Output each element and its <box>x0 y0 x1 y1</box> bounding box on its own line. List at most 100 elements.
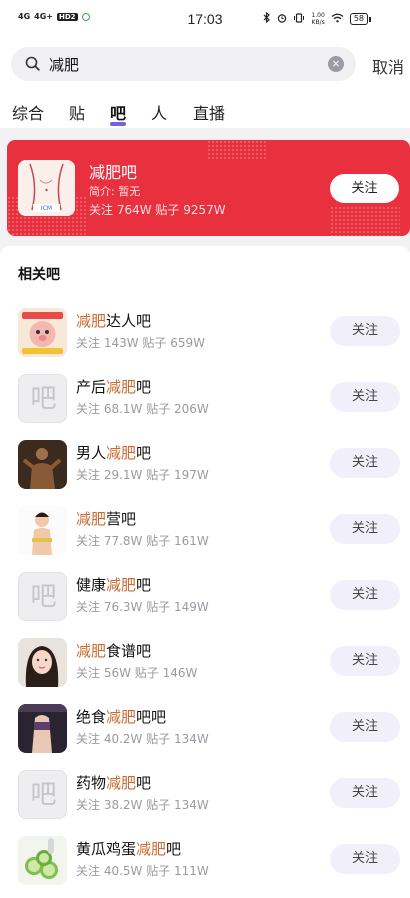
status-bar: 4G 4G+ HD2 17:03 1.00 KB/s 58 <box>0 0 410 40</box>
forum-avatar-placeholder: 吧 <box>18 374 67 423</box>
forum-stats: 关注 76.3W 贴子 149W <box>76 600 209 614</box>
forum-name: 药物减肥吧 <box>76 772 151 793</box>
list-item[interactable]: 吧 健康减肥吧 关注 76.3W 贴子 149W 关注 <box>0 564 410 630</box>
name-highlight: 减肥 <box>106 774 137 792</box>
search-header: 减肥 × 取消 综合 贴 吧 人 直播 <box>0 40 410 128</box>
tab-posts[interactable]: 贴 <box>69 100 85 124</box>
forum-name: 绝食减肥吧吧 <box>76 706 166 727</box>
name-suffix: 吧 <box>166 840 182 858</box>
forum-stats: 关注 29.1W 贴子 197W <box>76 468 209 482</box>
list-item[interactable]: 减肥营吧 关注 77.8W 贴子 161W 关注 <box>0 498 410 564</box>
follow-button[interactable]: 关注 <box>330 316 400 346</box>
name-suffix: 吧 <box>136 378 152 396</box>
forum-avatar: ICM <box>18 160 75 216</box>
forum-name: 男人减肥吧 <box>76 442 151 463</box>
name-prefix: 绝食 <box>76 708 107 726</box>
forum-name: 减肥达人吧 <box>76 310 151 331</box>
name-suffix: 吧吧 <box>136 708 167 726</box>
name-highlight: 减肥 <box>76 510 107 528</box>
cartoon-pig-icon <box>18 308 67 357</box>
tab-people[interactable]: 人 <box>151 100 167 124</box>
forum-stats: 关注 68.1W 贴子 206W <box>76 402 209 416</box>
decor-dots <box>207 140 267 160</box>
forum-stats: 关注 40.5W 贴子 111W <box>76 864 209 878</box>
tab-forums[interactable]: 吧 <box>110 100 126 124</box>
search-query: 减肥 <box>49 56 80 74</box>
search-icon <box>25 56 40 71</box>
name-suffix: 吧 <box>136 444 152 462</box>
forum-stats: 关注 56W 贴子 146W <box>76 666 198 680</box>
name-suffix: 吧 <box>136 576 152 594</box>
list-item[interactable]: 吧 产后减肥吧 关注 68.1W 贴子 206W 关注 <box>0 366 410 432</box>
follow-button[interactable]: 关注 <box>330 580 400 610</box>
forum-avatar <box>18 506 67 555</box>
forum-stats: 关注 143W 贴子 659W <box>76 336 205 350</box>
follow-button[interactable]: 关注 <box>330 646 400 676</box>
related-forums-panel: 相关吧 减肥达人吧 关注 143W 贴子 659W 关注 吧 产后减肥吧 关注 … <box>0 246 410 898</box>
name-prefix: 健康 <box>76 576 107 594</box>
forum-stats: 关注 764W 贴子 9257W <box>89 203 226 217</box>
name-prefix: 药物 <box>76 774 107 792</box>
forum-avatar <box>18 638 67 687</box>
name-suffix: 达人吧 <box>106 312 152 330</box>
placeholder-icon: 吧 <box>30 780 57 810</box>
name-suffix: 营吧 <box>106 510 137 528</box>
list-item[interactable]: 减肥达人吧 关注 143W 贴子 659W 关注 <box>0 300 410 366</box>
forum-avatar <box>18 440 67 489</box>
photo-icon <box>18 506 67 555</box>
search-input[interactable]: 减肥 × <box>11 47 356 81</box>
follow-button[interactable]: 关注 <box>330 174 399 203</box>
forum-name: 减肥食谱吧 <box>76 640 151 661</box>
decor-dots <box>330 206 400 236</box>
forum-name: 健康减肥吧 <box>76 574 151 595</box>
follow-button[interactable]: 关注 <box>330 382 400 412</box>
photo-icon <box>18 440 67 489</box>
svg-text:ICM: ICM <box>41 205 52 212</box>
follow-button[interactable]: 关注 <box>330 514 400 544</box>
list-item[interactable]: 绝食减肥吧吧 关注 40.2W 贴子 134W 关注 <box>0 696 410 762</box>
forum-stats: 关注 77.8W 贴子 161W <box>76 534 209 548</box>
list-item[interactable]: 吧 药物减肥吧 关注 38.2W 贴子 134W 关注 <box>0 762 410 828</box>
clear-icon[interactable]: × <box>328 56 344 72</box>
list-item[interactable]: 男人减肥吧 关注 29.1W 贴子 197W 关注 <box>0 432 410 498</box>
alarm-icon <box>277 13 287 26</box>
forum-name: 黄瓜鸡蛋减肥吧 <box>76 838 181 859</box>
bluetooth-icon <box>263 11 271 26</box>
active-tab-indicator <box>110 122 126 126</box>
follow-button[interactable]: 关注 <box>330 448 400 478</box>
placeholder-icon: 吧 <box>30 582 57 612</box>
forum-stats: 关注 40.2W 贴子 134W <box>76 732 209 746</box>
forum-avatar <box>18 704 67 753</box>
forum-stats: 关注 38.2W 贴子 134W <box>76 798 209 812</box>
name-prefix: 黄瓜鸡蛋 <box>76 840 137 858</box>
list-item[interactable]: 黄瓜鸡蛋减肥吧 关注 40.5W 贴子 111W 关注 <box>0 828 410 894</box>
forum-intro: 简介: 暂无 <box>89 185 141 198</box>
name-prefix: 产后 <box>76 378 107 396</box>
cancel-button[interactable]: 取消 <box>372 54 404 78</box>
forum-avatar-placeholder: 吧 <box>18 770 67 819</box>
photo-icon <box>18 638 67 687</box>
placeholder-icon: 吧 <box>30 384 57 414</box>
forum-avatar-placeholder: 吧 <box>18 572 67 621</box>
list-item[interactable]: 减肥食谱吧 关注 56W 贴子 146W 关注 <box>0 630 410 696</box>
name-highlight: 减肥 <box>76 312 107 330</box>
forum-avatar <box>18 836 67 885</box>
name-highlight: 减肥 <box>106 378 137 396</box>
forum-name: 减肥吧 <box>89 163 138 182</box>
search-tabs: 综合 贴 吧 人 直播 <box>0 100 410 128</box>
cucumber-icon <box>18 836 67 885</box>
tab-live[interactable]: 直播 <box>193 100 225 124</box>
featured-forum-card[interactable]: ICM 减肥吧 简介: 暂无 关注 764W 贴子 9257W 关注 <box>7 140 410 236</box>
vibrate-icon <box>293 12 305 26</box>
forum-name: 减肥营吧 <box>76 508 136 529</box>
forum-avatar <box>18 308 67 357</box>
net-speed: 1.00 KB/s <box>311 12 324 26</box>
name-suffix: 食谱吧 <box>106 642 152 660</box>
follow-button[interactable]: 关注 <box>330 712 400 742</box>
section-title: 相关吧 <box>18 267 60 283</box>
tab-all[interactable]: 综合 <box>12 100 44 124</box>
forum-name: 产后减肥吧 <box>76 376 151 397</box>
follow-button[interactable]: 关注 <box>330 778 400 808</box>
photo-icon <box>18 704 67 753</box>
follow-button[interactable]: 关注 <box>330 844 400 874</box>
